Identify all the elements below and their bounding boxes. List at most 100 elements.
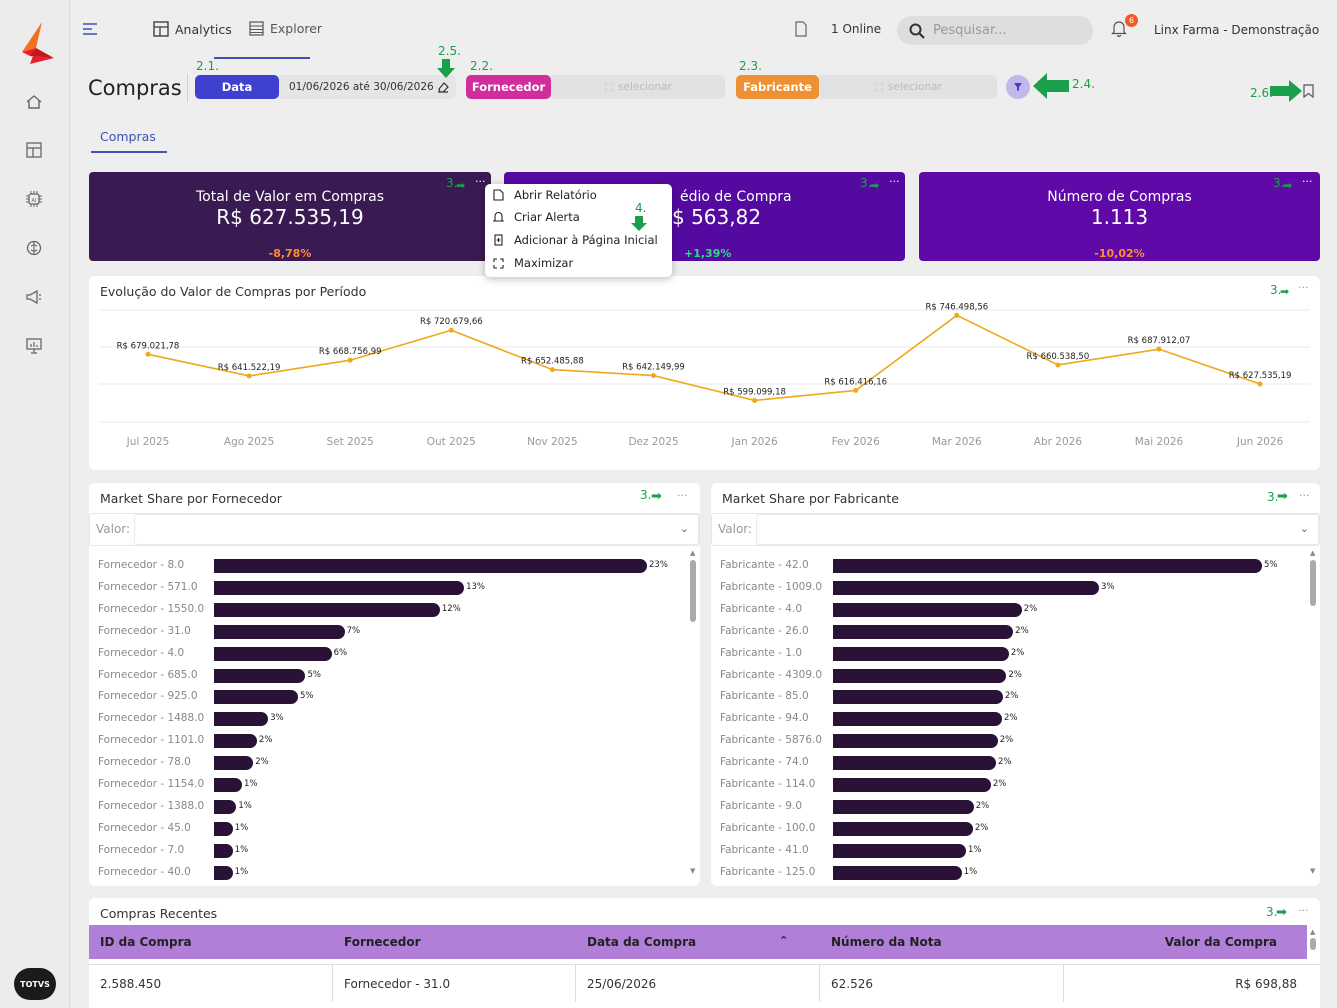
bar[interactable]: [833, 734, 998, 749]
scroll-down-icon[interactable]: ▼: [690, 867, 695, 875]
tab-compras[interactable]: Compras: [100, 129, 156, 144]
bar[interactable]: [214, 778, 242, 792]
bar[interactable]: [833, 799, 974, 814]
filter-button[interactable]: [1006, 75, 1030, 99]
ai-chip-icon[interactable]: AI: [23, 188, 45, 210]
data-point[interactable]: [347, 357, 353, 363]
column-header-fornecedor[interactable]: Fornecedor: [333, 925, 576, 959]
filter-fornecedor-button[interactable]: Fornecedor: [466, 75, 551, 99]
bar[interactable]: [833, 668, 1007, 683]
document-icon[interactable]: [794, 21, 808, 37]
filter-data-button[interactable]: Data: [195, 75, 279, 99]
bar[interactable]: [833, 602, 1022, 617]
column-header-id[interactable]: ID da Compra: [89, 925, 333, 959]
data-point[interactable]: [549, 367, 555, 373]
bar[interactable]: [833, 843, 966, 858]
scroll-up-icon[interactable]: ▲: [1310, 928, 1315, 936]
column-header-numero-nota[interactable]: Número da Nota: [820, 925, 1064, 959]
data-point[interactable]: [651, 373, 656, 379]
bar[interactable]: [833, 778, 991, 792]
bar[interactable]: [214, 821, 233, 836]
funnel-icon: [1014, 83, 1022, 91]
data-point[interactable]: [1055, 362, 1061, 368]
eraser-icon[interactable]: [437, 81, 449, 93]
bar-value-label: 2%: [992, 779, 1007, 789]
data-point[interactable]: [1257, 381, 1263, 387]
bar[interactable]: [833, 756, 997, 771]
tab-explorer[interactable]: Explorer: [249, 21, 322, 36]
date-range-value: 01/06/2026 até 30/06/2026: [289, 81, 434, 93]
bar[interactable]: [214, 843, 233, 858]
bar[interactable]: [214, 712, 269, 727]
bar[interactable]: [833, 821, 973, 836]
scroll-up-icon[interactable]: ▲: [1310, 549, 1315, 557]
scrollbar-thumb[interactable]: [1310, 560, 1316, 606]
menu-item-adicionar-pagina[interactable]: Adicionar à Página Inicial: [493, 233, 658, 247]
company-name[interactable]: Linx Farma - Demonstração: [1154, 23, 1319, 37]
dashboard-icon[interactable]: [23, 139, 45, 161]
column-header-data[interactable]: Data da Compra ⌃: [576, 925, 820, 959]
data-point[interactable]: [246, 373, 252, 379]
kpi-total-compras[interactable]: Total de Valor em Compras R$ 627.535,19 …: [89, 172, 491, 261]
fabricante-select[interactable]: ⬚ selecionar: [819, 75, 997, 99]
bar[interactable]: [214, 690, 298, 705]
more-options-icon[interactable]: ···: [475, 175, 486, 188]
more-options-icon[interactable]: ···: [1302, 175, 1313, 188]
menu-icon[interactable]: [81, 21, 99, 37]
data-point[interactable]: [853, 387, 859, 393]
bar[interactable]: [833, 690, 1003, 705]
bar[interactable]: [833, 712, 1003, 727]
bar-category-label: Fabricante - 1.0: [720, 646, 803, 659]
bar[interactable]: [833, 559, 1262, 573]
bar-category-label: Fabricante - 4.0: [720, 602, 803, 615]
more-options-icon[interactable]: ···: [1298, 904, 1309, 917]
bar[interactable]: [214, 756, 254, 771]
bar[interactable]: [214, 865, 233, 880]
app-logo[interactable]: [16, 22, 54, 64]
date-range-field[interactable]: 01/06/2026 até 30/06/2026: [279, 75, 456, 99]
scroll-down-icon[interactable]: ▼: [1310, 867, 1315, 875]
menu-item-maximizar[interactable]: Maximizar: [493, 256, 573, 270]
x-tick-label: Ago 2025: [224, 436, 274, 448]
bar[interactable]: [214, 646, 332, 661]
data-point[interactable]: [954, 312, 960, 318]
bar[interactable]: [833, 624, 1014, 639]
bar-category-label: Fornecedor - 45.0: [98, 821, 191, 834]
bar[interactable]: [833, 580, 1099, 595]
more-options-icon[interactable]: ···: [889, 175, 900, 188]
scrollbar-thumb[interactable]: [690, 560, 696, 622]
bookmark-icon[interactable]: [1303, 83, 1314, 102]
bar[interactable]: [214, 580, 465, 595]
bar[interactable]: [833, 865, 962, 880]
sort-asc-icon[interactable]: ⌃: [779, 934, 788, 947]
search-box[interactable]: Pesquisar...: [897, 16, 1093, 45]
bar[interactable]: [214, 799, 237, 814]
tab-analytics[interactable]: Analytics: [153, 21, 232, 37]
filter-fabricante-button[interactable]: Fabricante: [736, 75, 819, 99]
scrollbar-thumb[interactable]: [1310, 938, 1316, 950]
brain-icon[interactable]: [23, 237, 45, 259]
presentation-icon[interactable]: [23, 335, 45, 357]
data-label: R$ 679.021,78: [117, 341, 180, 351]
online-status: 1 Online: [831, 22, 882, 36]
bar[interactable]: [214, 602, 440, 617]
fornecedor-select[interactable]: ⬚ selecionar: [551, 75, 725, 99]
data-point[interactable]: [448, 327, 454, 333]
bar[interactable]: [214, 624, 345, 639]
menu-item-abrir-relatorio[interactable]: Abrir Relatório: [493, 188, 597, 202]
scroll-up-icon[interactable]: ▲: [690, 549, 695, 557]
bar-value-label: 1%: [963, 866, 978, 877]
kpi-numero-compras[interactable]: Número de Compras 1.113 -10,02% 3. ➡ ···: [919, 172, 1320, 261]
bar[interactable]: [214, 734, 257, 749]
data-point[interactable]: [145, 351, 151, 357]
bar[interactable]: [214, 559, 647, 573]
megaphone-icon[interactable]: [23, 286, 45, 308]
data-point[interactable]: [752, 397, 758, 403]
column-header-valor[interactable]: Valor da Compra: [1064, 925, 1307, 959]
home-icon[interactable]: [23, 91, 45, 113]
data-point[interactable]: [1156, 346, 1162, 352]
bar[interactable]: [214, 668, 306, 683]
bar-value-label: 2%: [998, 757, 1012, 768]
menu-item-criar-alerta[interactable]: Criar Alerta: [493, 210, 580, 224]
bar[interactable]: [833, 646, 1009, 661]
